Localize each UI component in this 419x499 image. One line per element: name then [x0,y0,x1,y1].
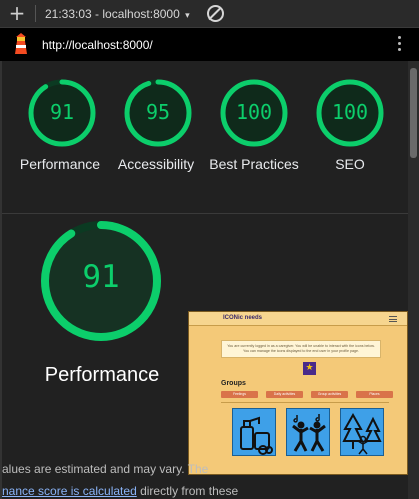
gauge-accessibility[interactable]: 95 [123,78,193,148]
report-selector-label: 21:33:03 - localhost:8000 [45,7,180,21]
preview-navbar: ICONic needs [189,312,407,326]
gauge-label: Performance [19,156,101,172]
gauge-score: 91 [49,100,75,124]
gauge-label: Best Practices [209,156,299,172]
performance-gauge-large: 91 [39,219,163,343]
preview-divider [221,402,389,403]
preview-notice-line: You can manage the icons displayed to th… [243,349,359,353]
block-icon[interactable] [207,5,224,22]
toolbar-divider [35,5,36,22]
report-selector[interactable]: 21:33:03 - localhost:8000 ▾ [45,7,190,21]
report-url: http://localhost:8000/ [42,38,153,52]
plus-icon[interactable]: + [7,3,27,23]
gauge-label: SEO [335,156,365,172]
preview-group-button: Group activities [311,391,348,398]
kebab-menu-icon[interactable] [398,36,402,52]
chevron-down-icon: ▾ [185,10,190,20]
gauge-best-practices[interactable]: 100 [219,78,289,148]
dancing-people-icon [286,408,330,456]
gauge-label: Accessibility [117,156,195,172]
preview-group-button: Feelings [221,391,258,398]
gauge-score: 95 [145,100,171,124]
preview-groups-title: Groups [221,380,246,387]
gauge-seo[interactable]: 100 [315,78,385,148]
preview-group-button: Daily activities [266,391,303,398]
gauge-score: 100 [235,100,273,124]
star-icon: ★ [303,362,316,375]
performance-score-large: 91 [82,259,120,295]
metrics-disclaimer-line2: nance score is calculated directly from … [2,484,238,498]
devtools-toolbar: + 21:33:03 - localhost:8000 ▾ [0,0,419,28]
cleaning-supplies-icon [232,408,276,456]
metrics-disclaimer: alues are estimated and may vary. The [2,462,209,476]
hamburger-icon [389,316,397,322]
lighthouse-icon [15,33,27,54]
gauge-score: 100 [331,100,369,124]
report-viewport: 91 Performance 95 Accessibility 100 Best… [0,61,419,499]
preview-brand: ICONic needs [223,315,263,321]
preview-notice: You are currently logged in as a caregiv… [221,340,381,358]
section-divider [2,213,408,214]
score-calculation-link[interactable]: nance score is calculated [2,484,137,498]
trees-person-icon [340,408,384,456]
performance-title: Performance [44,364,160,386]
metrics-disclaimer-rest: directly from these [136,484,239,498]
scrollbar-thumb[interactable] [410,68,417,158]
gauge-performance[interactable]: 91 [27,78,97,148]
page-screenshot-preview[interactable]: ICONic needs You are currently logged in… [188,311,408,475]
preview-group-button: Places [356,391,393,398]
report-url-bar: http://localhost:8000/ [0,28,419,61]
